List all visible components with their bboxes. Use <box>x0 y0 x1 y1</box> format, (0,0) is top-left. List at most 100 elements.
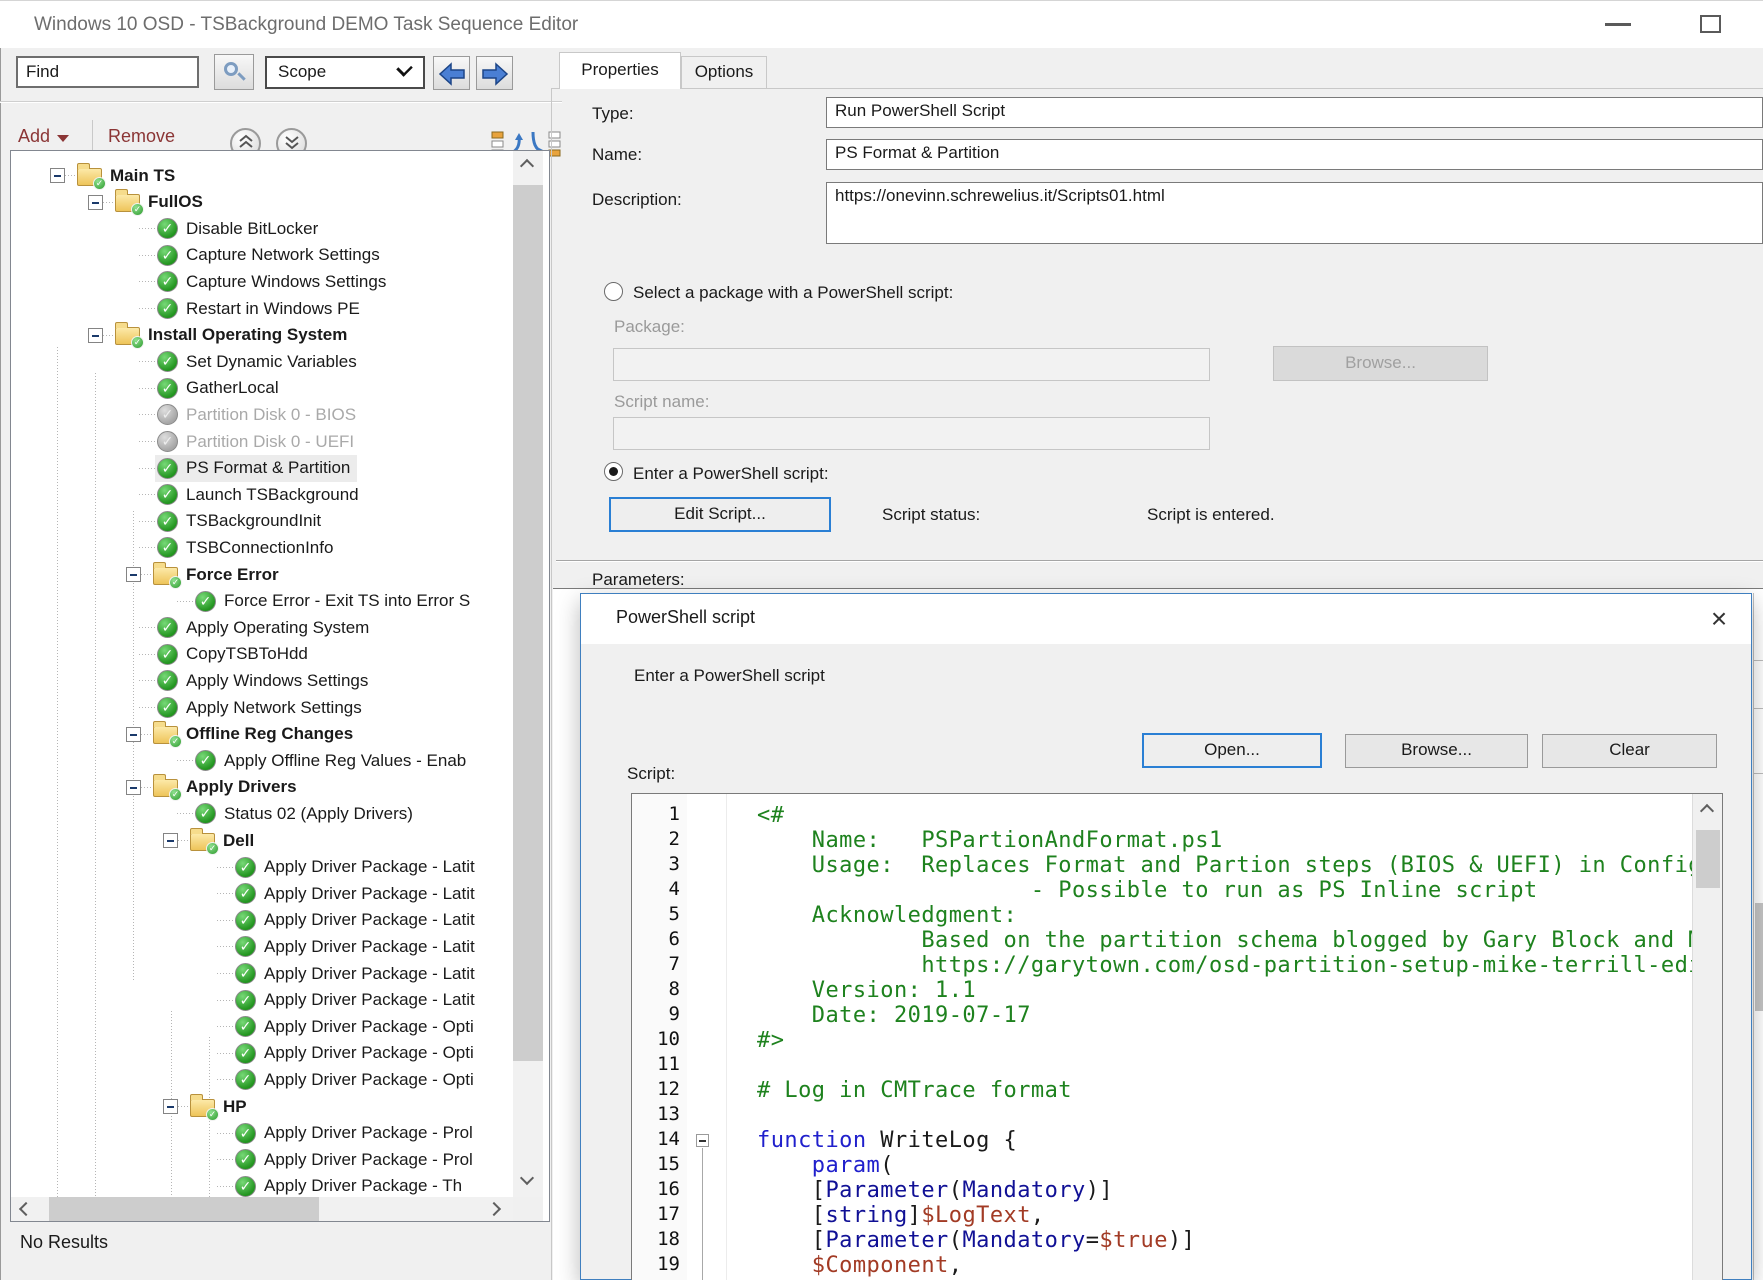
find-input[interactable]: Find <box>16 56 199 88</box>
tree-row[interactable]: ✓FullOS <box>11 189 513 216</box>
tree-item[interactable]: ✓TSBackgroundInit <box>155 508 328 535</box>
tree-item[interactable]: ✓CopyTSBToHdd <box>155 641 315 668</box>
scroll-right-icon[interactable] <box>487 1202 501 1216</box>
tree-vertical-scrollbar[interactable] <box>513 151 543 1197</box>
tree-item[interactable]: ✓Capture Windows Settings <box>155 268 393 295</box>
open-button[interactable]: Open... <box>1142 733 1322 768</box>
tree-row[interactable]: ✓Restart in Windows PE <box>11 295 513 322</box>
tree-item[interactable]: ✓HP <box>188 1093 254 1120</box>
scroll-down-icon[interactable] <box>520 1171 534 1185</box>
tree-item[interactable]: ✓Install Operating System <box>113 322 354 349</box>
tree-row[interactable]: ✓Status 02 (Apply Drivers) <box>11 800 513 827</box>
tree-row[interactable]: ✓Partition Disk 0 - UEFI <box>11 428 513 455</box>
scope-select[interactable]: Scope <box>265 56 425 89</box>
tree-expander-minus[interactable] <box>163 833 178 848</box>
tree-item[interactable]: ✓Apply Driver Package - Opti <box>233 1066 481 1093</box>
tree-row[interactable]: ✓PS Format & Partition <box>11 455 513 482</box>
tree-item[interactable]: ✓Apply Driver Package - Latit <box>233 987 482 1014</box>
tree-item[interactable]: ✓Apply Driver Package - Th <box>233 1173 469 1197</box>
tree-expander-minus[interactable] <box>126 780 141 795</box>
tree-item[interactable]: ✓Apply Driver Package - Latit <box>233 854 482 881</box>
scroll-left-icon[interactable] <box>19 1202 33 1216</box>
tree-item[interactable]: ✓Apply Driver Package - Opti <box>233 1040 481 1067</box>
tree-row[interactable]: ✓Apply Drivers <box>11 774 513 801</box>
tree-row[interactable]: ✓Force Error - Exit TS into Error S <box>11 588 513 615</box>
tree-row[interactable]: ✓Apply Driver Package - Opti <box>11 1013 513 1040</box>
tree-item[interactable]: ✓Apply Driver Package - Prol <box>233 1146 480 1173</box>
tree-item[interactable]: ✓Partition Disk 0 - BIOS <box>155 401 363 428</box>
tree-row[interactable]: ✓Apply Driver Package - Latit <box>11 987 513 1014</box>
tree-expander-minus[interactable] <box>126 727 141 742</box>
script-editor[interactable]: <# Name: PSPartionAndFormat.ps1 Usage: R… <box>631 793 1723 1280</box>
tree-hscroll-thumb[interactable] <box>49 1197 319 1221</box>
tree-row[interactable]: ✓Capture Network Settings <box>11 242 513 269</box>
editor-vertical-scrollbar[interactable] <box>1692 794 1722 1280</box>
maximize-button[interactable] <box>1690 9 1734 41</box>
clear-button[interactable]: Clear <box>1542 734 1717 768</box>
tree-vscroll-thumb[interactable] <box>513 185 543 1061</box>
tree-item[interactable]: ✓Apply Driver Package - Latit <box>233 880 482 907</box>
tree-row[interactable]: ✓CopyTSBToHdd <box>11 641 513 668</box>
tree-row[interactable]: ✓Disable BitLocker <box>11 215 513 242</box>
tree-expander-minus[interactable] <box>163 1099 178 1114</box>
search-button[interactable] <box>214 54 254 90</box>
tree-row[interactable]: ✓Apply Windows Settings <box>11 667 513 694</box>
scroll-up-icon[interactable] <box>520 159 534 173</box>
tree-row[interactable]: ✓Capture Windows Settings <box>11 268 513 295</box>
tree-expander-minus[interactable] <box>88 195 103 210</box>
enter-script-radio[interactable] <box>604 462 623 481</box>
description-field[interactable]: https://onevinn.schrewelius.it/Scripts01… <box>826 182 1763 244</box>
name-field[interactable]: PS Format & Partition <box>826 139 1763 170</box>
code-fold-collapse-icon[interactable] <box>696 1134 709 1147</box>
tree-row[interactable]: ✓Apply Driver Package - Latit <box>11 854 513 881</box>
tree-row[interactable]: ✓Apply Driver Package - Opti <box>11 1066 513 1093</box>
tree-row[interactable]: ✓Launch TSBackground <box>11 481 513 508</box>
tree-row[interactable]: ✓Apply Driver Package - Latit <box>11 933 513 960</box>
add-button[interactable]: Add <box>18 126 69 147</box>
find-next-button[interactable] <box>476 56 513 90</box>
tree-row[interactable]: ✓Partition Disk 0 - BIOS <box>11 401 513 428</box>
remove-button[interactable]: Remove <box>108 126 175 147</box>
tree-item[interactable]: ✓GatherLocal <box>155 375 286 402</box>
tree-item[interactable]: ✓TSBConnectionInfo <box>155 534 340 561</box>
tree-item[interactable]: ✓Disable BitLocker <box>155 215 325 242</box>
tree-item[interactable]: ✓Status 02 (Apply Drivers) <box>193 800 420 827</box>
type-field[interactable]: Run PowerShell Script <box>826 97 1763 128</box>
tree-item[interactable]: ✓Force Error - Exit TS into Error S <box>193 588 477 615</box>
tree-item[interactable]: ✓Apply Driver Package - Prol <box>233 1120 480 1147</box>
tree-item-selected[interactable]: ✓PS Format & Partition <box>155 455 357 482</box>
tree-row[interactable]: ✓Apply Driver Package - Th <box>11 1173 513 1197</box>
tree-item[interactable]: ✓Launch TSBackground <box>155 481 366 508</box>
tree-row[interactable]: ✓Apply Driver Package - Prol <box>11 1146 513 1173</box>
tree-row[interactable]: ✓Force Error <box>11 561 513 588</box>
tree-row[interactable]: ✓TSBConnectionInfo <box>11 534 513 561</box>
tree-row[interactable]: ✓GatherLocal <box>11 375 513 402</box>
tree-item[interactable]: ✓Apply Drivers <box>151 774 304 801</box>
tree-row[interactable]: ✓Install Operating System <box>11 322 513 349</box>
tree-row[interactable]: ✓Apply Driver Package - Opti <box>11 1040 513 1067</box>
tree-expander-minus[interactable] <box>50 168 65 183</box>
minimize-button[interactable] <box>1596 9 1640 41</box>
tree-expander-minus[interactable] <box>126 567 141 582</box>
tree-item[interactable]: ✓Apply Windows Settings <box>155 667 375 694</box>
tree-row[interactable]: ✓Offline Reg Changes <box>11 721 513 748</box>
tree-item[interactable]: ✓Capture Network Settings <box>155 242 387 269</box>
tree-expander-minus[interactable] <box>88 328 103 343</box>
tree-row[interactable]: ✓Dell <box>11 827 513 854</box>
tree-item[interactable]: ✓Apply Offline Reg Values - Enab <box>193 747 473 774</box>
tree-row[interactable]: ✓TSBackgroundInit <box>11 508 513 535</box>
close-icon[interactable]: × <box>1699 600 1739 638</box>
tab-options[interactable]: Options <box>681 56 767 89</box>
tree-item[interactable]: ✓Partition Disk 0 - UEFI <box>155 428 361 455</box>
tree-row[interactable]: ✓Main TS <box>11 162 513 189</box>
tree-item[interactable]: ✓Apply Driver Package - Latit <box>233 907 482 934</box>
tree-row[interactable]: ✓Apply Operating System <box>11 614 513 641</box>
tab-properties[interactable]: Properties <box>559 52 681 89</box>
tree-row[interactable]: ✓Apply Driver Package - Latit <box>11 960 513 987</box>
tree-row[interactable]: ✓Apply Network Settings <box>11 694 513 721</box>
tree-item[interactable]: ✓Offline Reg Changes <box>151 721 360 748</box>
find-previous-button[interactable] <box>433 56 470 90</box>
tree-row[interactable]: ✓Apply Driver Package - Latit <box>11 880 513 907</box>
tree-horizontal-scrollbar[interactable] <box>11 1197 513 1221</box>
tree-item[interactable]: ✓Apply Driver Package - Opti <box>233 1013 481 1040</box>
